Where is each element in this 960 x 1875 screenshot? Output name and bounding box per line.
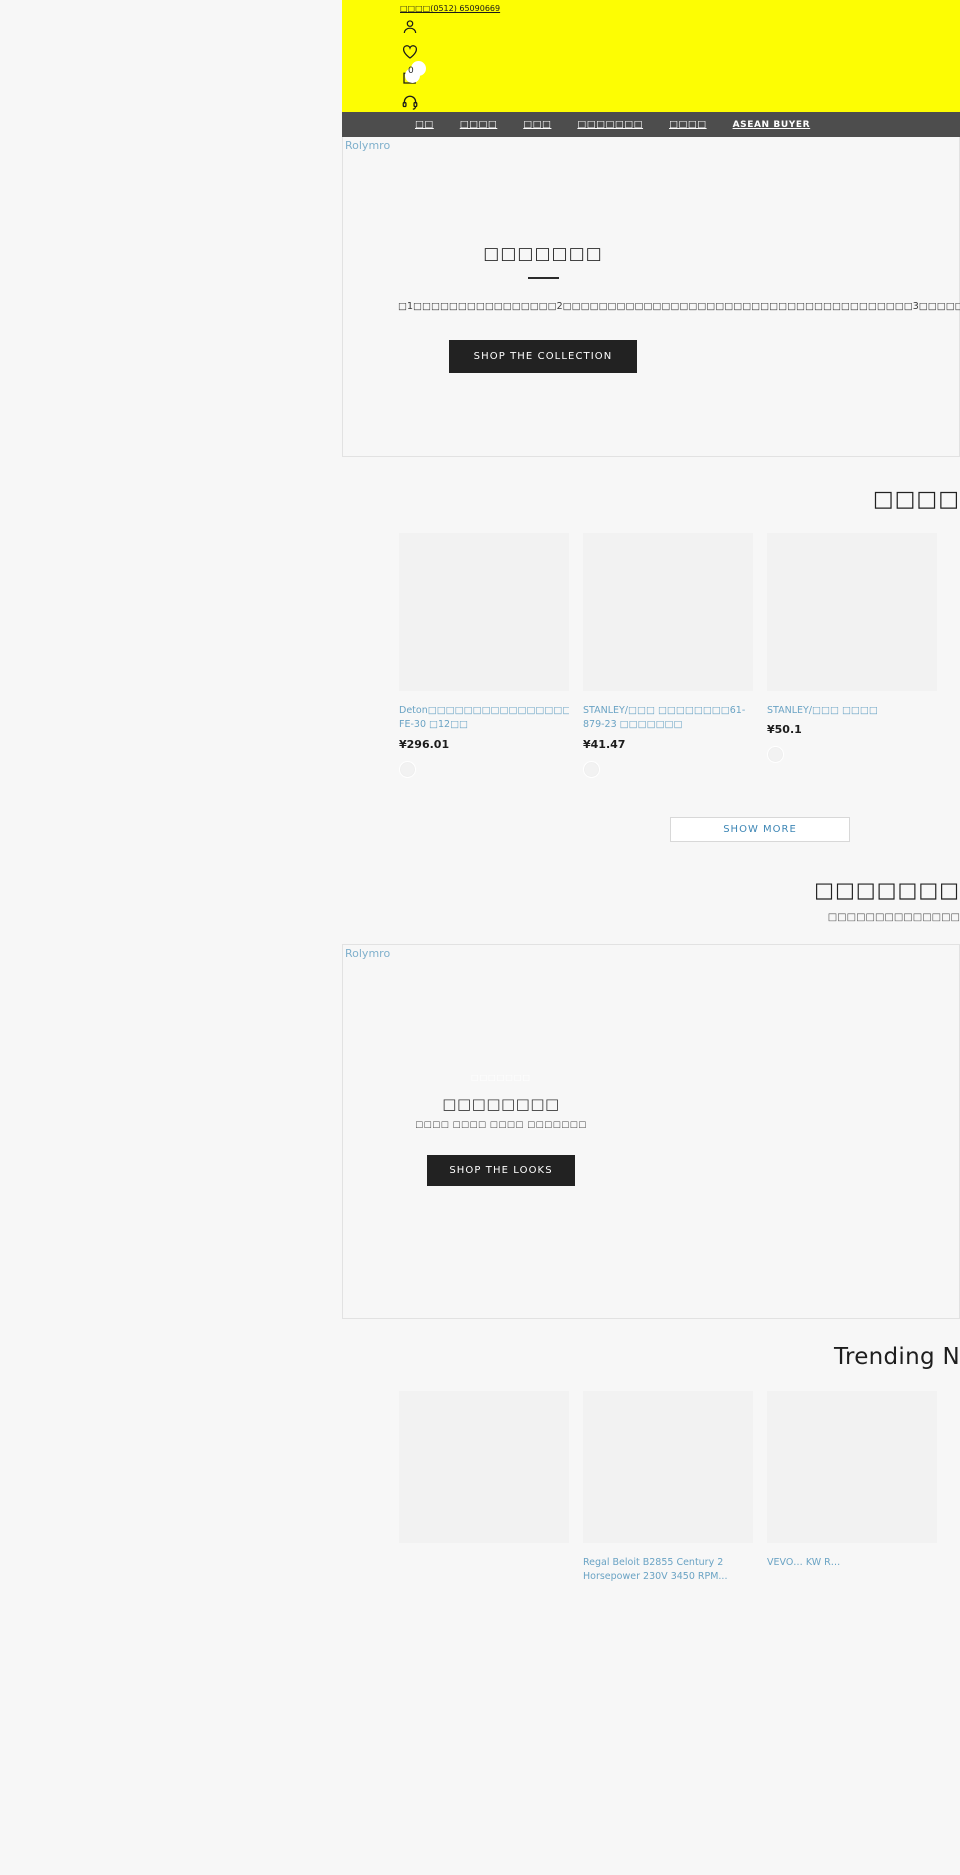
top-utility-bar: □□□□(0512) 65090669 0 — [342, 0, 960, 135]
looks-banner: Rolymro □□□□□□□ □□□□□□□□ □□□□ □□□□ □□□□ … — [342, 944, 960, 1319]
show-more-button[interactable]: SHOW MORE — [670, 817, 850, 842]
looks-subtitle: □□□□ □□□□ □□□□ □□□□□□□ — [415, 1120, 587, 1130]
show-more-label: SHOW MORE — [723, 824, 797, 835]
cart-count-badge: 0 — [408, 66, 414, 76]
headset-icon[interactable] — [401, 93, 419, 111]
product-name[interactable]: Deton□□□□□□□□□□□□□□□□□□□□□□□□□□□ FE-30 □… — [399, 704, 569, 733]
product-name[interactable]: Regal Beloit B2855 Century 2 Horsepower … — [583, 1556, 753, 1585]
nav-items: □□ □□□□ □□□ □□□□□□□ □□□□ ASEAN BUYER — [402, 119, 823, 130]
product-image — [583, 533, 753, 691]
nav-item-asean-buyer[interactable]: ASEAN BUYER — [720, 120, 824, 130]
product-image — [399, 1391, 569, 1543]
product-image — [399, 533, 569, 691]
product-card[interactable]: STANLEY/□□□ □□□□□□□□61-879-23 □□□□□□□ ¥4… — [583, 533, 753, 778]
add-to-cart-circle-button[interactable] — [767, 746, 784, 764]
nav-item-0[interactable]: □□ — [402, 119, 447, 130]
looks-content: □□□□□□□ □□□□□□□□ □□□□ □□□□ □□□□ □□□□□□□ … — [351, 1073, 651, 1186]
nav-item-4[interactable]: □□□□ — [656, 119, 720, 130]
product-card[interactable] — [399, 1391, 569, 1585]
product-image — [583, 1391, 753, 1543]
product-price: ¥296.01 — [399, 737, 450, 751]
looks-heading: □□□□□□□ — [814, 878, 960, 902]
phone-link[interactable]: □□□□(0512) 65090669 — [400, 4, 500, 13]
looks-eyebrow: □□□□□□□ — [471, 1073, 531, 1082]
hero-banner: Rolymro □□□□□□□ □1□□□□□□□□□□□□□□□□2□□□□□… — [342, 137, 960, 457]
product-image — [767, 533, 937, 691]
product-image — [767, 1391, 937, 1543]
looks-image-alt: Rolymro — [345, 947, 391, 960]
product-name[interactable]: STANLEY/□□□ □□□□ — [767, 704, 937, 718]
product-price: ¥50.1 — [767, 723, 802, 737]
shop-the-collection-button[interactable]: SHOP THE COLLECTION — [448, 340, 638, 374]
trending-product-row: Regal Beloit B2855 Century 2 Horsepower … — [399, 1391, 937, 1585]
nav-item-1[interactable]: □□□□ — [447, 119, 511, 130]
heart-icon[interactable] — [401, 43, 419, 61]
nav-item-3[interactable]: □□□□□□□ — [564, 119, 656, 130]
product-price: ¥41.47 — [583, 737, 626, 751]
featured-heading: □□□□ — [872, 487, 960, 512]
main-navigation: □□ □□□□ □□□ □□□□□□□ □□□□ ASEAN BUYER — [342, 112, 960, 137]
add-to-cart-circle-button[interactable] — [399, 760, 416, 778]
trending-heading: Trending N — [833, 1344, 960, 1370]
product-card[interactable]: Regal Beloit B2855 Century 2 Horsepower … — [583, 1391, 753, 1585]
hero-divider — [527, 276, 559, 279]
product-card[interactable]: STANLEY/□□□ □□□□ ¥50.1 — [767, 533, 937, 778]
hero-content: □□□□□□□ □1□□□□□□□□□□□□□□□□2□□□□□□□□□□□□□… — [343, 137, 960, 456]
product-card[interactable]: Deton□□□□□□□□□□□□□□□□□□□□□□□□□□□ FE-30 □… — [399, 533, 569, 778]
featured-product-row: Deton□□□□□□□□□□□□□□□□□□□□□□□□□□□ FE-30 □… — [399, 533, 937, 778]
product-name[interactable]: STANLEY/□□□ □□□□□□□□61-879-23 □□□□□□□ — [583, 704, 753, 733]
hero-description: □1□□□□□□□□□□□□□□□□2□□□□□□□□□□□□□□□□□□□□□… — [398, 300, 960, 312]
add-to-cart-circle-button[interactable] — [583, 760, 600, 778]
looks-title: □□□□□□□□ — [442, 1095, 560, 1113]
shop-the-looks-button[interactable]: SHOP THE LOOKS — [427, 1155, 575, 1186]
nav-item-2[interactable]: □□□ — [510, 119, 564, 130]
looks-subheading: □□□□□□□□□□□□□□ — [827, 912, 960, 923]
cart-icon[interactable]: 0 — [401, 61, 426, 86]
product-card[interactable]: VEVO… KW R… — [767, 1391, 937, 1585]
left-gutter — [0, 0, 342, 1875]
product-name[interactable]: VEVO… KW R… — [767, 1556, 937, 1570]
user-icon[interactable] — [401, 18, 419, 36]
page-root: □□□□(0512) 65090669 0 □□ □□□□ □□□ □□□□□□… — [0, 0, 960, 1875]
hero-title: □□□□□□□ — [483, 243, 603, 264]
